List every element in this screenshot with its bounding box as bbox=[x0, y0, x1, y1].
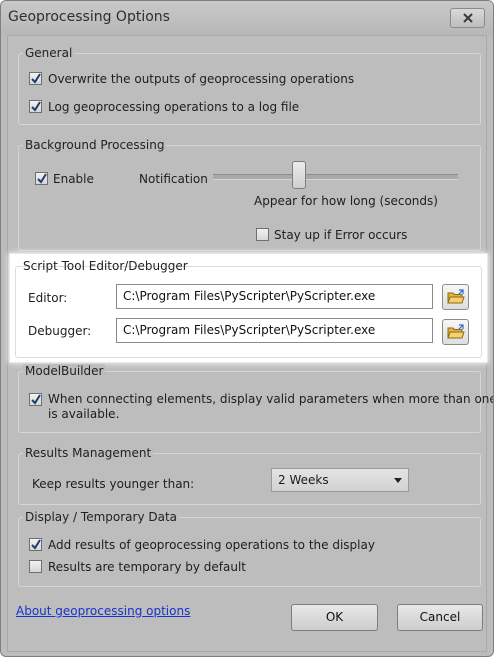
open-folder-icon bbox=[446, 324, 465, 339]
debugger-browse-button[interactable] bbox=[442, 319, 469, 345]
checkmark-icon bbox=[31, 101, 41, 112]
display-temporary-label: Display / Temporary Data bbox=[23, 510, 180, 524]
checkmark-icon bbox=[37, 173, 47, 184]
editor-path-field[interactable]: C:\Program Files\PyScripter\PyScripter.e… bbox=[116, 284, 433, 309]
stay-up-error-label: Stay up if Error occurs bbox=[274, 228, 408, 242]
checkmark-icon bbox=[31, 394, 41, 405]
enable-background-label: Enable bbox=[53, 172, 94, 186]
script-tool-editor-label: Script Tool Editor/Debugger bbox=[23, 259, 188, 273]
checkmark-icon bbox=[31, 539, 41, 550]
debugger-label: Debugger: bbox=[28, 324, 92, 338]
log-operations-checkbox[interactable] bbox=[29, 100, 42, 113]
cancel-button[interactable]: Cancel bbox=[397, 604, 483, 631]
window-title: Geoprocessing Options bbox=[8, 9, 170, 25]
dropdown-arrow-icon bbox=[394, 478, 402, 483]
stay-up-error-checkbox[interactable] bbox=[256, 228, 269, 241]
overwrite-outputs-checkbox[interactable] bbox=[29, 72, 42, 85]
ok-button[interactable]: OK bbox=[291, 604, 378, 631]
checkmark-icon bbox=[31, 73, 41, 84]
close-button[interactable] bbox=[450, 8, 485, 28]
script-tool-editor-frame bbox=[15, 266, 482, 358]
notification-slider-track[interactable] bbox=[213, 174, 458, 180]
debugger-path-field[interactable]: C:\Program Files\PyScripter\PyScripter.e… bbox=[116, 318, 433, 343]
results-management-label: Results Management bbox=[23, 446, 154, 460]
add-results-checkbox[interactable] bbox=[29, 538, 42, 551]
valid-parameters-label-line1: When connecting elements, display valid … bbox=[48, 392, 494, 406]
about-geoprocessing-link[interactable]: About geoprocessing options bbox=[16, 604, 190, 618]
notification-label: Notification bbox=[139, 172, 208, 186]
enable-background-checkbox[interactable] bbox=[35, 172, 48, 185]
keep-results-label: Keep results younger than: bbox=[32, 477, 195, 491]
results-temporary-label: Results are temporary by default bbox=[48, 560, 246, 574]
valid-parameters-label-line2: is available. bbox=[48, 407, 120, 421]
results-temporary-checkbox[interactable] bbox=[29, 560, 42, 573]
overwrite-outputs-label: Overwrite the outputs of geoprocessing o… bbox=[48, 72, 355, 86]
geoprocessing-options-dialog: Geoprocessing Options General Overwrite … bbox=[0, 0, 494, 657]
keep-results-dropdown[interactable]: 2 Weeks bbox=[271, 468, 409, 492]
script-tool-editor-group: Script Tool Editor/Debugger Editor: C:\P… bbox=[9, 253, 488, 363]
keep-results-value: 2 Weeks bbox=[278, 473, 329, 487]
editor-browse-button[interactable] bbox=[442, 284, 469, 310]
general-group-label: General bbox=[23, 46, 75, 60]
open-folder-icon bbox=[446, 289, 465, 304]
notification-slider-thumb[interactable] bbox=[292, 161, 306, 189]
appear-duration-label: Appear for how long (seconds) bbox=[254, 194, 438, 208]
display-temporary-group bbox=[18, 517, 481, 587]
close-icon bbox=[462, 13, 473, 23]
title-bar[interactable]: Geoprocessing Options bbox=[1, 1, 493, 35]
general-group bbox=[18, 53, 481, 125]
editor-label: Editor: bbox=[28, 291, 68, 305]
log-operations-label: Log geoprocessing operations to a log fi… bbox=[48, 100, 300, 114]
valid-parameters-checkbox[interactable] bbox=[29, 393, 42, 406]
modelbuilder-label: ModelBuilder bbox=[23, 364, 106, 378]
add-results-label: Add results of geoprocessing operations … bbox=[48, 538, 375, 552]
background-processing-label: Background Processing bbox=[23, 138, 167, 152]
